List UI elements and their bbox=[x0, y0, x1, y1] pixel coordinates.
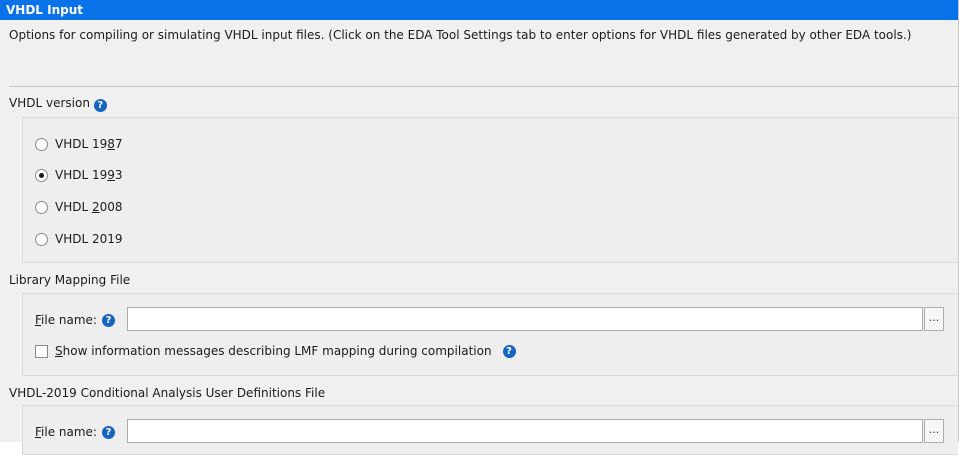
file-name-label: File name: bbox=[35, 313, 97, 327]
radio-button[interactable] bbox=[35, 200, 48, 214]
help-icon[interactable]: ? bbox=[93, 99, 107, 112]
help-icon[interactable]: ? bbox=[101, 425, 115, 439]
file-name-label-row: File name: ? bbox=[35, 313, 115, 327]
checkbox[interactable] bbox=[35, 344, 48, 358]
conditional-file-name-input[interactable] bbox=[127, 419, 923, 443]
file-name-label: File name: bbox=[35, 425, 97, 439]
radio-label: VHDL 2008 bbox=[55, 200, 123, 214]
vhdl-version-label: VHDL version bbox=[9, 96, 90, 110]
help-icon[interactable]: ? bbox=[101, 313, 115, 327]
vhdl-input-panel: VHDL Input Options for compiling or simu… bbox=[0, 0, 959, 455]
radio-button[interactable] bbox=[35, 232, 48, 246]
lmf-messages-checkbox-row[interactable]: Show information messages describing LMF… bbox=[35, 344, 516, 358]
checkbox-label: Show information messages describing LMF… bbox=[55, 344, 492, 358]
radio-label: VHDL 1993 bbox=[55, 168, 123, 182]
radio-button-selected[interactable] bbox=[35, 168, 48, 182]
radio-vhdl-1987[interactable]: VHDL 1987 bbox=[35, 134, 123, 154]
help-icon[interactable]: ? bbox=[502, 344, 516, 358]
vhdl-version-label-row: VHDL version ? bbox=[9, 96, 107, 112]
file-name-label-row: File name: ? bbox=[35, 425, 115, 439]
conditional-browse-button[interactable]: ... bbox=[924, 419, 944, 443]
conditional-analysis-group: File name: ? ... bbox=[22, 405, 958, 455]
lmf-file-name-input[interactable] bbox=[127, 307, 923, 331]
vhdl-version-group: VHDL 1987 VHDL 1993 VHDL 2008 VHDL 2019 bbox=[22, 117, 958, 263]
divider bbox=[9, 86, 958, 87]
radio-vhdl-2008[interactable]: VHDL 2008 bbox=[35, 197, 123, 217]
radio-label: VHDL 2019 bbox=[55, 232, 123, 246]
description-text: Options for compiling or simulating VHDL… bbox=[9, 28, 912, 42]
radio-vhdl-1993[interactable]: VHDL 1993 bbox=[35, 165, 123, 185]
library-mapping-label: Library Mapping File bbox=[9, 273, 131, 287]
lmf-browse-button[interactable]: ... bbox=[924, 307, 944, 331]
radio-vhdl-2019[interactable]: VHDL 2019 bbox=[35, 229, 123, 249]
radio-label: VHDL 1987 bbox=[55, 137, 123, 151]
radio-button[interactable] bbox=[35, 137, 48, 151]
conditional-analysis-label: VHDL-2019 Conditional Analysis User Defi… bbox=[9, 386, 326, 400]
library-mapping-group: File name: ? ... Show information messag… bbox=[22, 293, 958, 376]
panel-title: VHDL Input bbox=[0, 0, 958, 20]
